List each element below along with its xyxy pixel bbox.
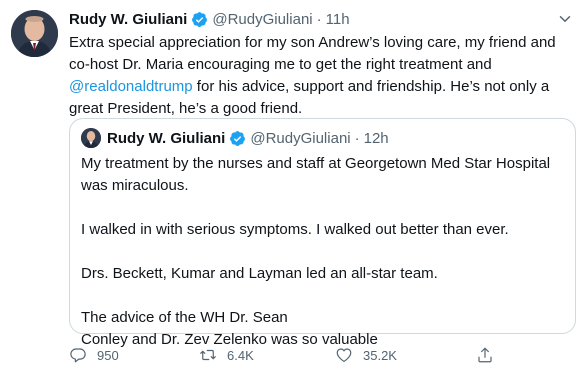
separator-dot: · bbox=[316, 10, 322, 28]
separator-dot: · bbox=[354, 129, 360, 147]
tweet-text: Extra special appreciation for my son An… bbox=[69, 32, 574, 120]
author-avatar[interactable] bbox=[11, 10, 58, 57]
quoted-paragraph: I walked in with serious symptoms. I wal… bbox=[81, 221, 509, 238]
quoted-tweet-header: Rudy W. Giuliani @RudyGiuliani · 12h bbox=[81, 127, 389, 149]
reply-button[interactable]: 950 bbox=[69, 344, 119, 366]
quoted-tweet-text: My treatment by the nurses and staff at … bbox=[81, 153, 567, 351]
author-name[interactable]: Rudy W. Giuliani bbox=[69, 11, 187, 28]
tweet[interactable]: Rudy W. Giuliani @RudyGiuliani · 11h Ext… bbox=[0, 0, 586, 374]
quoted-tweet-timestamp: 12h bbox=[363, 129, 389, 147]
like-count: 35.2K bbox=[363, 347, 397, 363]
avatar-image bbox=[81, 128, 101, 148]
chevron-down-icon[interactable] bbox=[556, 10, 574, 28]
tweet-content: Rudy W. Giuliani @RudyGiuliani · 11h Ext… bbox=[69, 8, 574, 120]
verified-badge-icon bbox=[230, 130, 246, 146]
quoted-tweet[interactable]: Rudy W. Giuliani @RudyGiuliani · 12h My … bbox=[69, 118, 576, 348]
tweet-timestamp[interactable]: 11h bbox=[326, 11, 350, 28]
retweet-icon bbox=[200, 349, 216, 361]
reply-icon bbox=[70, 348, 86, 363]
avatar-image bbox=[11, 10, 58, 57]
mention-link[interactable]: @realdonaldtrump bbox=[69, 78, 193, 95]
tweet-actions: 950 6.4K 35.2K bbox=[69, 344, 499, 366]
share-button[interactable] bbox=[476, 344, 504, 366]
retweet-button[interactable]: 6.4K bbox=[199, 344, 254, 366]
author-handle[interactable]: @RudyGiuliani bbox=[212, 11, 312, 28]
retweet-count: 6.4K bbox=[227, 347, 254, 363]
tweet-header: Rudy W. Giuliani @RudyGiuliani · 11h bbox=[69, 8, 574, 30]
reply-count: 950 bbox=[97, 347, 119, 363]
tweet-text-part: Extra special appreciation for my son An… bbox=[69, 34, 556, 73]
verified-badge-icon bbox=[192, 11, 208, 27]
share-icon bbox=[478, 347, 492, 363]
quoted-author-name: Rudy W. Giuliani bbox=[107, 129, 226, 147]
quoted-author-handle: @RudyGiuliani bbox=[250, 129, 351, 147]
heart-icon bbox=[336, 348, 352, 362]
quoted-paragraph: Drs. Beckett, Kumar and Layman led an al… bbox=[81, 265, 438, 282]
quoted-paragraph: My treatment by the nurses and staff at … bbox=[81, 155, 551, 194]
like-button[interactable]: 35.2K bbox=[335, 344, 397, 366]
quoted-author-avatar bbox=[81, 128, 101, 148]
